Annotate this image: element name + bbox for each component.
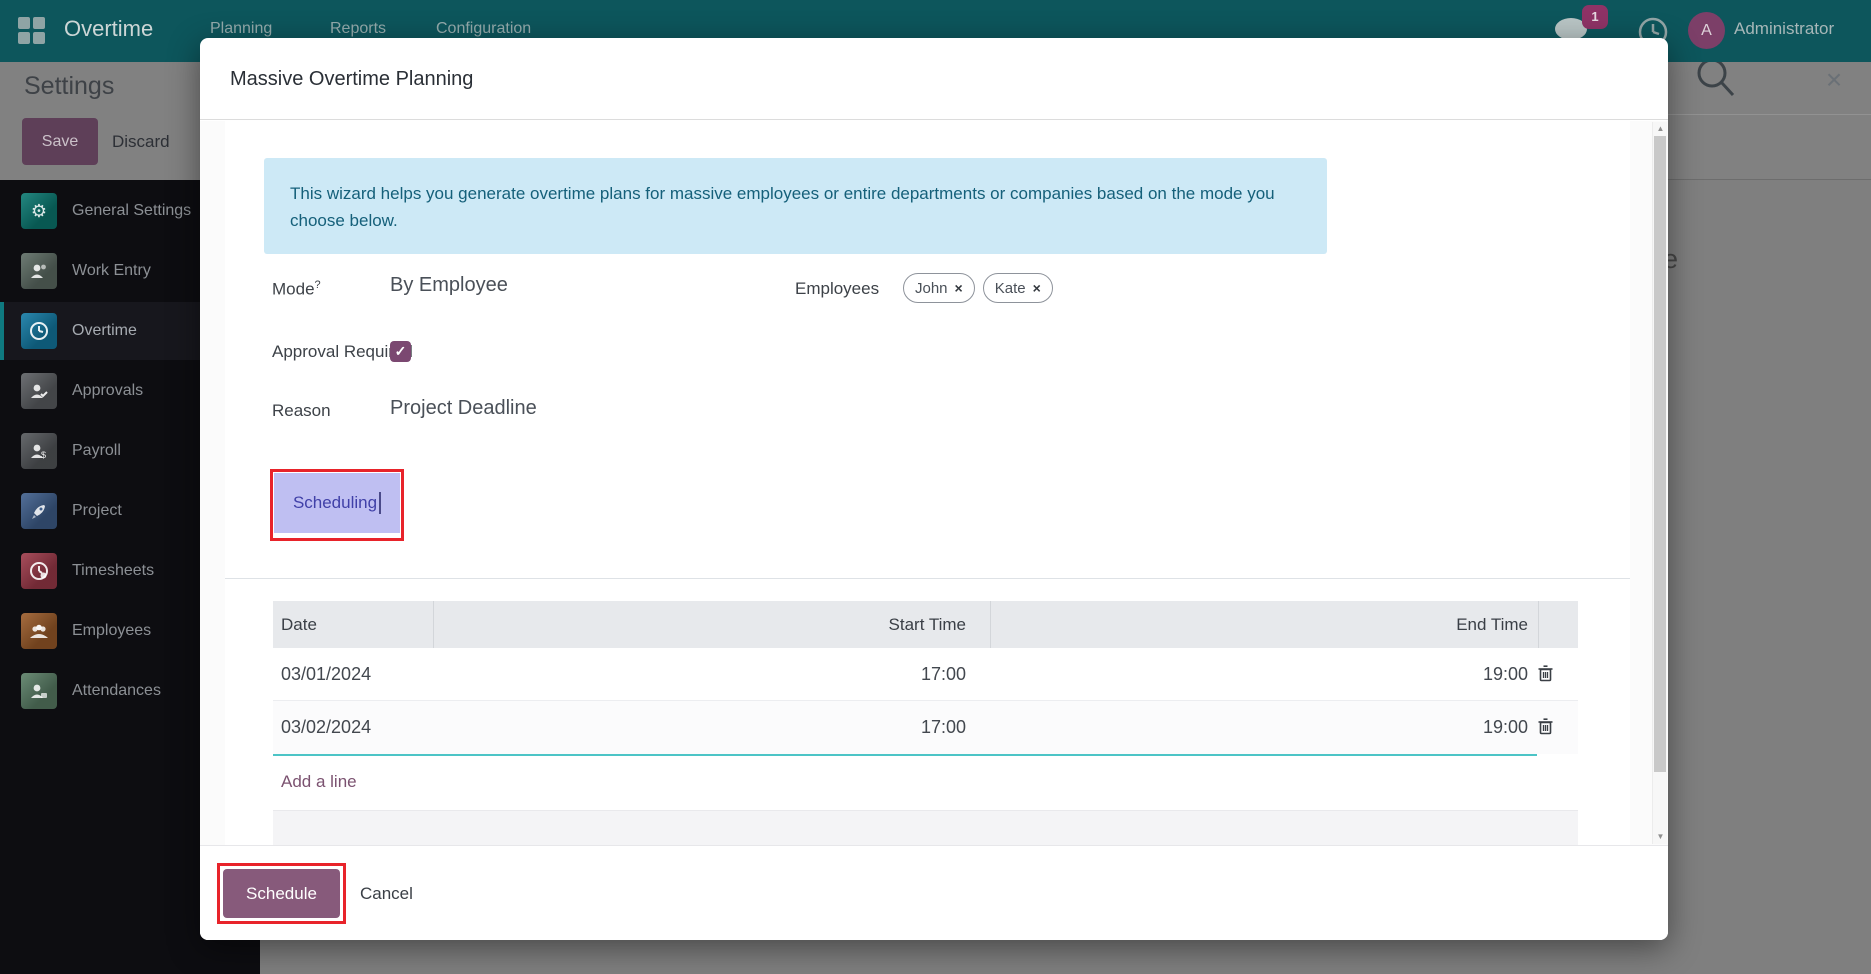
cell-start-time[interactable]: 17:00 — [433, 701, 990, 754]
selected-row-underline — [273, 754, 1537, 756]
messages-count-badge: 1 — [1582, 5, 1608, 29]
trash-icon — [1538, 665, 1553, 682]
dialog-body: This wizard helps you generate overtime … — [200, 121, 1668, 845]
dialog-footer: Schedule Cancel — [200, 845, 1668, 940]
tab-bar-divider — [225, 578, 1630, 579]
reason-input[interactable]: Project Deadline — [390, 397, 537, 420]
dialog-title: Massive Overtime Planning — [230, 38, 473, 120]
employee-tag-kate[interactable]: Kate × — [983, 273, 1053, 303]
scroll-down-icon[interactable]: ▼ — [1653, 830, 1668, 844]
approval-required-checkbox[interactable]: ✓ — [390, 341, 411, 362]
column-header-actions — [1538, 601, 1578, 648]
gear-icon: ⚙ — [21, 193, 57, 229]
work-entry-icon — [21, 253, 57, 289]
add-a-line-link[interactable]: Add a line — [281, 756, 357, 808]
page-title: Settings — [24, 72, 114, 101]
scheduling-table: Date Start Time End Time 03/01/2024 17:0… — [273, 601, 1578, 754]
massive-overtime-planning-dialog: Massive Overtime Planning × This wizard … — [200, 38, 1668, 940]
modal-scrollbar[interactable]: ▲ ▼ — [1652, 122, 1667, 844]
people-icon — [21, 613, 57, 649]
employee-tag-john[interactable]: John × — [903, 273, 975, 303]
remove-tag-icon[interactable]: × — [955, 280, 963, 296]
scroll-up-icon[interactable]: ▲ — [1653, 122, 1668, 136]
svg-text:$: $ — [41, 450, 46, 460]
discard-button[interactable]: Discard — [112, 118, 170, 165]
rocket-icon — [21, 493, 57, 529]
background-divider — [1668, 114, 1871, 115]
dialog-header: Massive Overtime Planning × — [200, 38, 1668, 120]
timesheet-clock-icon — [21, 553, 57, 589]
app-brand[interactable]: Overtime — [64, 0, 153, 62]
background-divider — [1668, 179, 1871, 180]
delete-row-button[interactable] — [1538, 648, 1578, 701]
mode-select[interactable]: By Employee — [390, 274, 508, 297]
cell-date[interactable]: 03/02/2024 — [281, 701, 371, 754]
close-icon[interactable]: × — [1814, 60, 1854, 100]
trash-icon — [1538, 718, 1553, 735]
column-header-start-time[interactable]: Start Time — [433, 601, 990, 648]
employees-label: Employees — [795, 279, 879, 299]
user-menu[interactable]: Administrator — [1734, 0, 1834, 62]
table-header-row: Date Start Time End Time — [273, 601, 1578, 648]
column-header-end-time[interactable]: End Time — [990, 601, 1538, 648]
person-dollar-icon: $ — [21, 433, 57, 469]
user-avatar[interactable]: A — [1688, 12, 1725, 49]
employee-tags: John × Kate × — [903, 273, 1053, 303]
cell-end-time[interactable]: 19:00 — [990, 701, 1538, 754]
remove-tag-icon[interactable]: × — [1033, 280, 1041, 296]
table-row[interactable]: 03/01/2024 17:00 19:00 — [273, 648, 1578, 701]
scrollbar-thumb[interactable] — [1654, 136, 1666, 772]
info-alert: This wizard helps you generate overtime … — [264, 158, 1327, 254]
table-row-selected[interactable]: 03/02/2024 17:00 19:00 — [273, 701, 1578, 754]
person-arrow-icon — [21, 673, 57, 709]
apps-grid-icon[interactable] — [18, 17, 45, 44]
cell-date[interactable]: 03/01/2024 — [281, 648, 371, 701]
text-cursor — [379, 492, 381, 514]
help-tooltip-icon: ? — [315, 279, 321, 291]
schedule-button[interactable]: Schedule — [223, 869, 340, 918]
mode-label: Mode? — [272, 279, 321, 300]
cell-end-time[interactable]: 19:00 — [990, 648, 1538, 701]
column-header-date[interactable]: Date — [281, 601, 317, 648]
reason-label: Reason — [272, 401, 331, 421]
form-sheet: This wizard helps you generate overtime … — [225, 121, 1630, 845]
save-button[interactable]: Save — [22, 118, 98, 165]
overtime-clock-icon — [21, 313, 57, 349]
tab-scheduling[interactable]: Scheduling — [274, 473, 400, 533]
cancel-button[interactable]: Cancel — [360, 869, 413, 918]
delete-row-button[interactable] — [1538, 701, 1578, 754]
person-check-icon — [21, 373, 57, 409]
cell-start-time[interactable]: 17:00 — [433, 648, 990, 701]
